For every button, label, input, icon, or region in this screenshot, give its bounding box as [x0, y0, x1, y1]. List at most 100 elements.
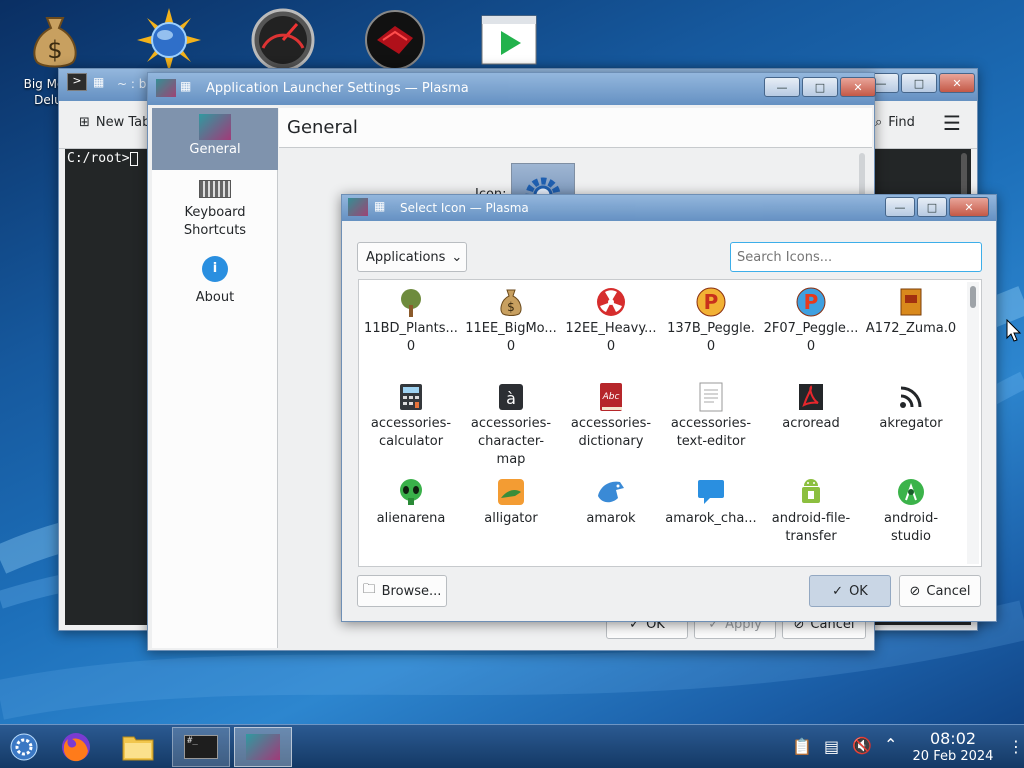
icon-grid-item-label: A172_Zuma.0	[865, 321, 957, 336]
icon-dialog-ok-button[interactable]: ✓ OK	[809, 575, 891, 607]
close-button[interactable]: ✕	[840, 77, 876, 97]
app-launcher-icon	[10, 733, 38, 761]
folder-icon	[122, 736, 154, 761]
cancel-icon: ⊘	[909, 583, 921, 599]
calculator-icon	[395, 381, 427, 413]
file-manager-task[interactable]	[110, 727, 166, 767]
category-select[interactable]: Applications ⌄	[357, 242, 467, 272]
scrollbar-thumb[interactable]	[970, 286, 976, 308]
rss-icon	[895, 381, 927, 413]
sidebar-item-label: General	[189, 142, 241, 157]
icon-grid-item[interactable]: android-file- transfer	[761, 476, 861, 546]
icon-dialog-titlebar[interactable]: ▦ Select Icon — Plasma — □ ✕	[342, 195, 996, 221]
folder-icon: 🗀	[362, 582, 376, 597]
search-icons-input[interactable]	[730, 242, 982, 272]
close-button[interactable]: ✕	[949, 197, 989, 217]
close-button[interactable]: ✕	[939, 73, 975, 93]
icon-grid-item-label: accessories- dictionary	[570, 416, 652, 449]
alien-icon	[395, 476, 427, 508]
sidebar-item-label: Keyboard Shortcuts	[183, 205, 247, 238]
clock-time: 08:02	[929, 729, 977, 748]
icon-grid-item[interactable]: P 137B_Peggle. 0	[661, 286, 761, 356]
icon-grid-item-label: accessories- text-editor	[670, 416, 752, 449]
icon-grid-item[interactable]: 11BD_Plants... 0	[361, 286, 461, 356]
sidebar-item-general[interactable]: General	[152, 108, 278, 170]
kickoff-app-icon	[156, 79, 176, 97]
icon-grid-item-label: amarok	[586, 511, 636, 526]
maximize-button[interactable]: □	[917, 197, 947, 217]
hamburger-menu-icon[interactable]: ☰	[943, 111, 961, 135]
icon-grid-item[interactable]: acroread	[761, 381, 861, 433]
find-button[interactable]: ⌕ Find	[875, 115, 915, 130]
keyboard-icon	[199, 180, 231, 198]
charmap-icon: à	[495, 381, 527, 413]
icon-grid-item[interactable]: amarok	[561, 476, 661, 528]
browse-button[interactable]: 🗀 Browse...	[357, 575, 447, 607]
kickoff-icon	[199, 114, 231, 140]
icon-grid-item[interactable]: P 2F07_Peggle... 0	[761, 286, 861, 356]
icon-grid-item[interactable]: accessories- calculator	[361, 381, 461, 451]
settings-titlebar[interactable]: ▦ Application Launcher Settings — Plasma…	[148, 73, 876, 105]
pin-icon[interactable]: ▦	[180, 79, 191, 93]
app-launcher-button[interactable]	[0, 727, 52, 767]
icon-grid-item[interactable]: akregator	[861, 381, 961, 433]
ok-label: OK	[849, 583, 868, 599]
icon-grid-item[interactable]: Abc accessories- dictionary	[561, 381, 661, 451]
chevron-up-icon[interactable]: ⌃	[884, 735, 897, 754]
icon-grid-scrollbar[interactable]	[967, 282, 979, 564]
settings-title: Application Launcher Settings — Plasma	[206, 81, 469, 96]
check-icon: ✓	[832, 583, 844, 599]
desktop-icon-red-game[interactable]	[340, 8, 450, 72]
sidebar-item-keyboard-shortcuts[interactable]: Keyboard Shortcuts	[152, 176, 278, 246]
pin-icon[interactable]: ▦	[374, 199, 385, 213]
settings-header: General	[279, 108, 872, 148]
firefox-task[interactable]	[48, 727, 104, 767]
icon-grid-item[interactable]: android- studio	[861, 476, 961, 546]
select-icon-dialog[interactable]: ▦ Select Icon — Plasma — □ ✕ Application…	[341, 194, 997, 622]
dictionary-icon: Abc	[595, 381, 627, 413]
android-studio-icon	[895, 476, 927, 508]
icon-grid-item[interactable]: alligator	[461, 476, 561, 528]
peggle2-icon: P	[795, 286, 827, 318]
icon-grid-item-label: amarok_cha...	[665, 511, 757, 526]
konsole-task[interactable]: #_	[172, 727, 230, 767]
notes-icon[interactable]: ▤	[824, 737, 839, 756]
settings-window-buttons: — □ ✕	[764, 77, 876, 97]
clock[interactable]: 08:02 20 Feb 2024	[905, 729, 1001, 765]
icon-grid-item[interactable]: alienarena	[361, 476, 461, 528]
icon-dialog-cancel-button[interactable]: ⊘ Cancel	[899, 575, 981, 607]
konsole-icon: #_	[184, 735, 218, 759]
sidebar-item-about[interactable]: i About	[152, 256, 278, 312]
icon-grid-item[interactable]: à accessories- character- map	[461, 381, 561, 469]
minimize-button[interactable]: —	[764, 77, 800, 97]
amarok-icon	[595, 476, 627, 508]
icon-grid-item-label: akregator	[879, 416, 943, 431]
icon-grid-item[interactable]: 12EE_Heavy... 0	[561, 286, 661, 356]
icon-grid-item[interactable]: amarok_cha...	[661, 476, 761, 528]
maximize-button[interactable]: □	[802, 77, 838, 97]
icon-grid-item[interactable]: A172_Zuma.0	[861, 286, 961, 338]
firefox-icon	[62, 733, 90, 762]
plasma-settings-task[interactable]	[234, 727, 292, 767]
kickoff-app-icon	[348, 198, 368, 216]
icon-grid-item[interactable]: accessories- text-editor	[661, 381, 761, 451]
volume-muted-icon[interactable]: 🔇	[852, 736, 872, 755]
acroread-icon	[795, 381, 827, 413]
show-desktop-icon[interactable]: ⋮	[1008, 737, 1024, 756]
maximize-button[interactable]: □	[901, 73, 937, 93]
icon-grid-item[interactable]: $11EE_BigMo... 0	[461, 286, 561, 356]
minimize-button[interactable]: —	[885, 197, 915, 217]
konsole-app-icon: >	[67, 73, 87, 91]
pin-icon[interactable]: ▦	[93, 75, 104, 89]
clipboard-icon[interactable]: 📋	[792, 737, 812, 756]
text-editor-icon	[695, 381, 727, 413]
icon-grid-item-label: 11EE_BigMo... 0	[465, 321, 557, 354]
desktop-icon-play[interactable]	[454, 8, 564, 72]
new-tab-icon: ⊞	[79, 115, 90, 130]
desktop-icon-sun-globe[interactable]	[114, 8, 224, 72]
desktop-icon-gauge[interactable]	[228, 8, 338, 72]
chevron-down-icon: ⌄	[451, 249, 463, 265]
plants-icon	[395, 286, 427, 318]
svg-text:$: $	[47, 36, 62, 64]
new-tab-button[interactable]: ⊞ New Tab	[79, 115, 150, 130]
